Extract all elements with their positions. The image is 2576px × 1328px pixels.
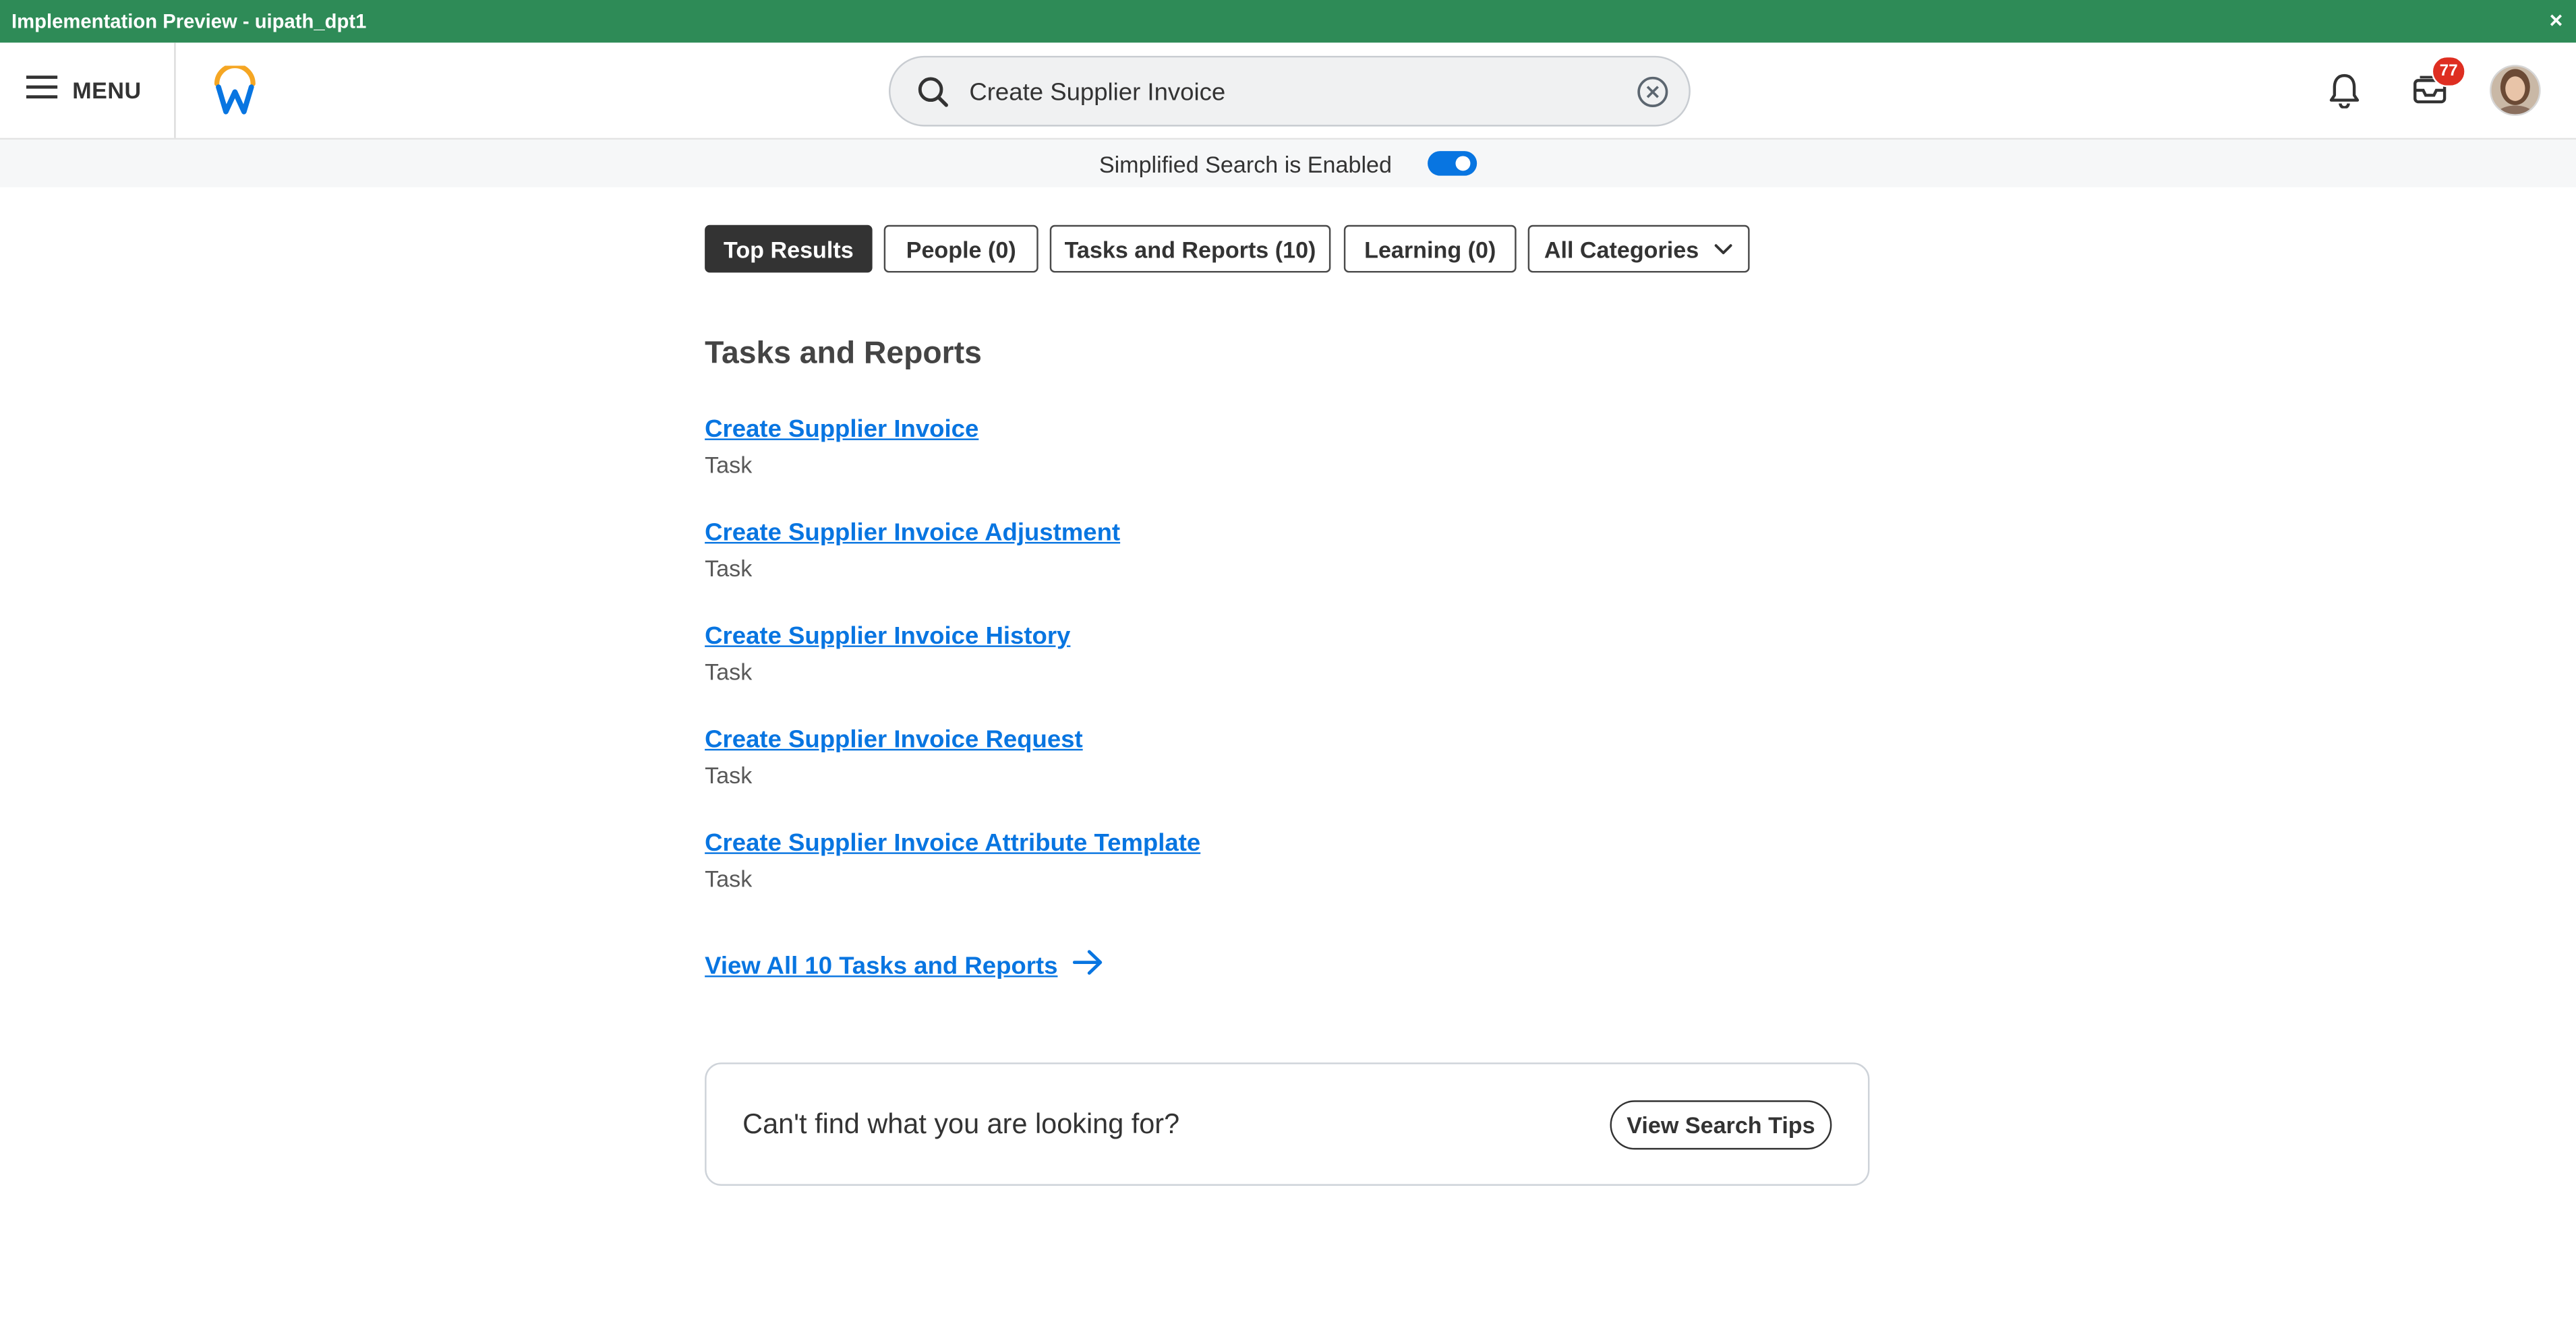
result-link[interactable]: Create Supplier Invoice Request [705,726,1083,754]
chevron-down-icon [1714,242,1733,255]
toggle-knob [1455,156,1471,171]
menu-label: MENU [72,77,142,104]
result-link[interactable]: Create Supplier Invoice History [705,622,1070,650]
filter-top-results[interactable]: Top Results [705,224,873,273]
view-all-tasks-link[interactable]: View All 10 Tasks and Reports [705,949,1104,984]
filter-label: People (0) [906,235,1016,262]
page: Implementation Preview - uipath_dpt1 × M… [0,0,2576,1328]
filter-label: All Categories [1544,235,1699,262]
search-icon[interactable] [916,76,949,117]
arrow-right-icon [1072,949,1103,984]
banner-title: Implementation Preview - uipath_dpt1 [11,9,367,33]
filter-label: Tasks and Reports (10) [1064,235,1316,262]
filter-tasks-and-reports[interactable]: Tasks and Reports (10) [1049,224,1331,273]
view-all-label: View All 10 Tasks and Reports [705,953,1058,981]
search-help-card: Can't find what you are looking for? Vie… [705,1062,1870,1186]
close-icon[interactable]: × [2550,8,2563,31]
result-link[interactable]: Create Supplier Invoice Attribute Templa… [705,829,1200,857]
filter-all-categories-dropdown[interactable]: All Categories [1527,224,1750,273]
section-title: Tasks and Reports [705,336,982,371]
hamburger-icon [26,74,58,106]
avatar[interactable] [2489,64,2542,125]
result-link[interactable]: Create Supplier Invoice [705,415,978,443]
simplified-search-toggle[interactable] [1428,151,1477,176]
menu-button[interactable]: MENU [26,71,142,110]
simplified-search-label: Simplified Search is Enabled [1099,151,1393,178]
result-type: Task [705,762,753,789]
top-header: MENU Create Supplier Invoice 77 [0,42,2576,140]
result-link[interactable]: Create Supplier Invoice Adjustment [705,519,1120,547]
search-box [888,55,1691,127]
workday-logo[interactable] [210,63,260,123]
notifications-bell-icon[interactable] [2326,72,2363,117]
clear-icon[interactable] [1636,76,1669,117]
filter-people[interactable]: People (0) [883,224,1038,273]
result-type: Task [705,451,753,478]
result-type: Task [705,658,753,685]
environment-banner: Implementation Preview - uipath_dpt1 × [0,0,2576,43]
filter-label: Learning (0) [1364,235,1496,262]
result-type: Task [705,555,753,582]
view-search-tips-button[interactable]: View Search Tips [1610,1100,1832,1150]
help-card-text: Can't find what you are looking for? [742,1108,1180,1140]
filter-label: Top Results [724,235,854,262]
inbox-count-badge: 77 [2431,55,2466,88]
filter-learning[interactable]: Learning (0) [1343,224,1517,273]
simplified-search-bar: Simplified Search is Enabled [0,140,2576,187]
search-input[interactable] [969,72,1610,112]
result-type: Task [705,865,753,892]
header-divider [174,42,176,138]
